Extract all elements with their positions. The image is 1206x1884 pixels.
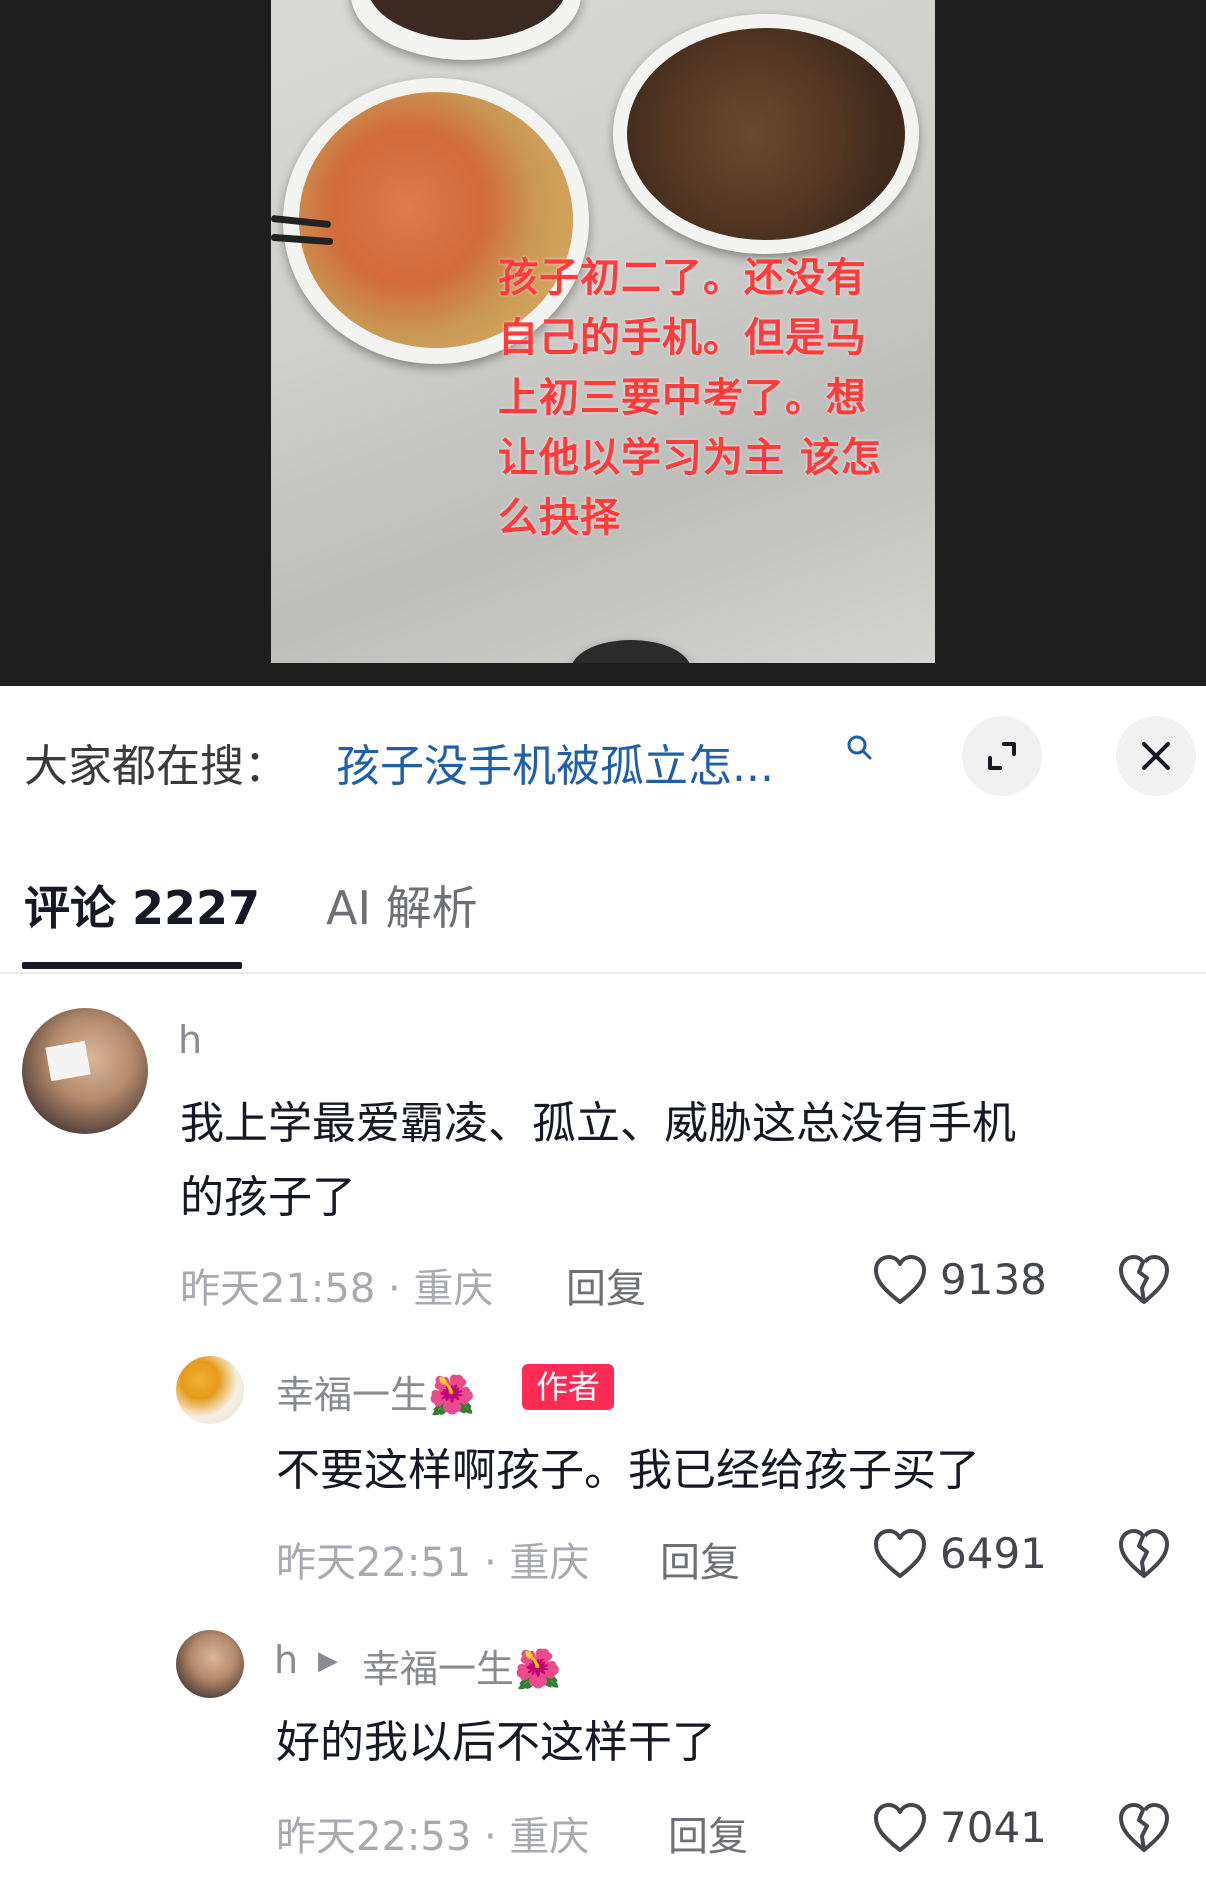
like-count: 6491 — [940, 1529, 1047, 1578]
comment-timestamp-location: 昨天22:51 · 重庆 — [276, 1540, 590, 1586]
close-icon — [1142, 742, 1170, 770]
comment-tabs: 评论 2227 AI 解析 — [0, 860, 1206, 974]
video-player[interactable]: 孩子初二了。还没有 自己的手机。但是马 上初三要中考了。想 让他以学习为主 该怎… — [0, 0, 1206, 686]
comment-username[interactable]: h — [274, 1638, 298, 1682]
avatar[interactable] — [22, 1008, 148, 1134]
comment-username[interactable]: 幸福一生🌺 — [276, 1364, 475, 1419]
reply-arrow-icon: ▶ — [318, 1646, 338, 1676]
comment-text-line: 我上学最爱霸凌、孤立、威胁这总没有手机 — [180, 1098, 1016, 1149]
caption-line: 么抉择 — [498, 495, 621, 541]
caption-line: 上初三要中考了。想 — [498, 375, 867, 421]
heart-icon[interactable] — [872, 1254, 928, 1306]
like-count: 9138 — [940, 1255, 1047, 1304]
broken-heart-icon[interactable] — [1118, 1528, 1170, 1580]
caption-line: 孩子初二了。还没有 — [498, 255, 867, 301]
comment-text-line: 好的我以后不这样干了 — [276, 1717, 716, 1768]
reply-button[interactable]: 回复 — [668, 1804, 748, 1862]
expand-button[interactable] — [962, 716, 1042, 796]
suggested-search-link[interactable]: 孩子没手机被孤立怎... — [336, 730, 774, 794]
search-prefix-label: 大家都在搜： — [24, 741, 288, 792]
tab-comments[interactable]: 评论 2227 — [24, 872, 260, 938]
broken-heart-icon[interactable] — [1118, 1254, 1170, 1306]
active-tab-indicator — [22, 962, 242, 969]
avatar[interactable] — [176, 1356, 244, 1424]
comment-timestamp-location: 昨天21:58 · 重庆 — [180, 1266, 494, 1312]
comment-username[interactable]: h — [178, 1018, 202, 1062]
reply-button[interactable]: 回复 — [566, 1256, 646, 1314]
heart-icon[interactable] — [872, 1802, 928, 1854]
suggested-search-bar: 大家都在搜： 孩子没手机被孤立怎... — [0, 686, 1206, 826]
heart-icon[interactable] — [872, 1528, 928, 1580]
comment-text: 我上学最爱霸凌、孤立、威胁这总没有手机 的孩子了 — [180, 1087, 1180, 1235]
caption-line: 让他以学习为主 该怎 — [498, 435, 882, 481]
video-caption-overlay: 孩子初二了。还没有 自己的手机。但是马 上初三要中考了。想 让他以学习为主 该怎… — [498, 248, 918, 548]
broken-heart-icon[interactable] — [1118, 1802, 1170, 1854]
reply-button[interactable]: 回复 — [660, 1530, 740, 1588]
comment-timestamp-location: 昨天22:53 · 重庆 — [276, 1814, 590, 1860]
search-icon[interactable] — [846, 734, 872, 760]
comment-text: 好的我以后不这样干了 — [276, 1706, 1176, 1780]
avatar[interactable] — [176, 1630, 244, 1698]
comment-text: 不要这样啊孩子。我已经给孩子买了 — [276, 1434, 1176, 1508]
like-count: 7041 — [940, 1803, 1047, 1852]
tab-ai-analysis[interactable]: AI 解析 — [326, 872, 478, 938]
expand-icon — [988, 742, 1016, 770]
reply-to-username[interactable]: 幸福一生🌺 — [362, 1638, 561, 1693]
comment-text-line: 不要这样啊孩子。我已经给孩子买了 — [276, 1445, 980, 1496]
caption-line: 自己的手机。但是马 — [498, 315, 867, 361]
comment-text-line: 的孩子了 — [180, 1172, 356, 1223]
close-button[interactable] — [1116, 716, 1196, 796]
author-badge: 作者 — [522, 1364, 615, 1410]
